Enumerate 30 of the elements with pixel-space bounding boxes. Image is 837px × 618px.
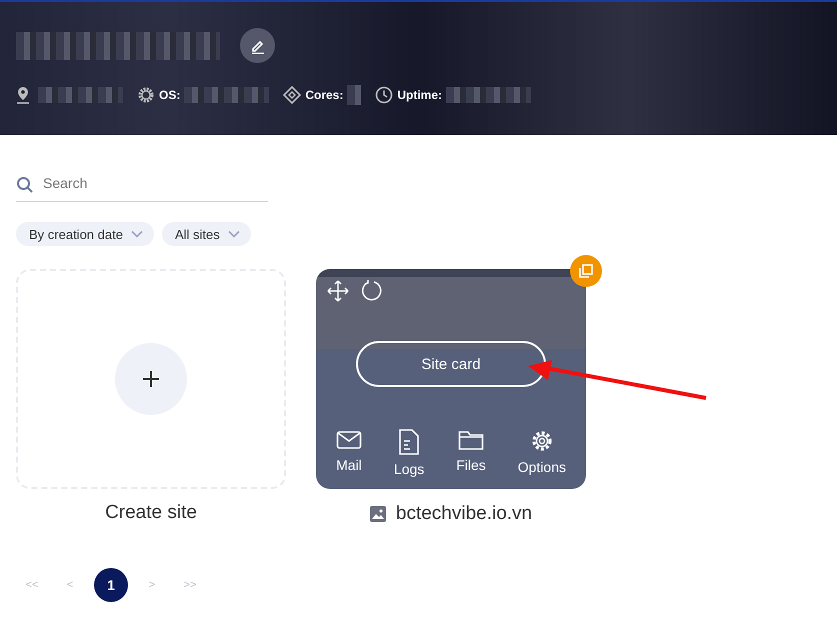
copy-button[interactable] [570,255,602,287]
settings-icon [530,429,554,453]
stat-label: Uptime: [397,88,442,102]
page-button[interactable]: 1 [94,568,128,602]
stat-label: OS: [159,88,180,102]
site-action-button[interactable]: Mail [336,429,362,477]
diamond-icon [283,86,302,104]
location-pin-icon [16,86,30,104]
site-action-button[interactable]: Files [456,429,486,477]
mail-icon [336,429,362,451]
move-arrows-icon[interactable] [326,279,350,303]
clock-icon [375,86,394,104]
chevron-down-icon [130,230,143,238]
site-action-button[interactable]: Logs [394,429,424,477]
site-action-button[interactable]: Options [518,429,566,477]
stat-label: Cores: [305,88,344,102]
plus-icon [141,369,161,389]
site-domain: bctechvibe.io.vn [396,503,532,525]
document-icon [398,429,420,455]
gear-icon [137,86,155,104]
filter-dropdown[interactable]: All sites [162,222,251,246]
folder-icon [458,429,484,451]
image-icon [370,506,386,522]
create-site-label: Create site [105,502,197,525]
redacted-value [347,85,362,105]
edit-button[interactable] [240,28,275,63]
filter-dropdown[interactable]: By creation date [16,222,154,246]
copy-icon [579,264,593,278]
chevron-down-icon [228,230,240,238]
refresh-icon[interactable] [360,279,384,303]
